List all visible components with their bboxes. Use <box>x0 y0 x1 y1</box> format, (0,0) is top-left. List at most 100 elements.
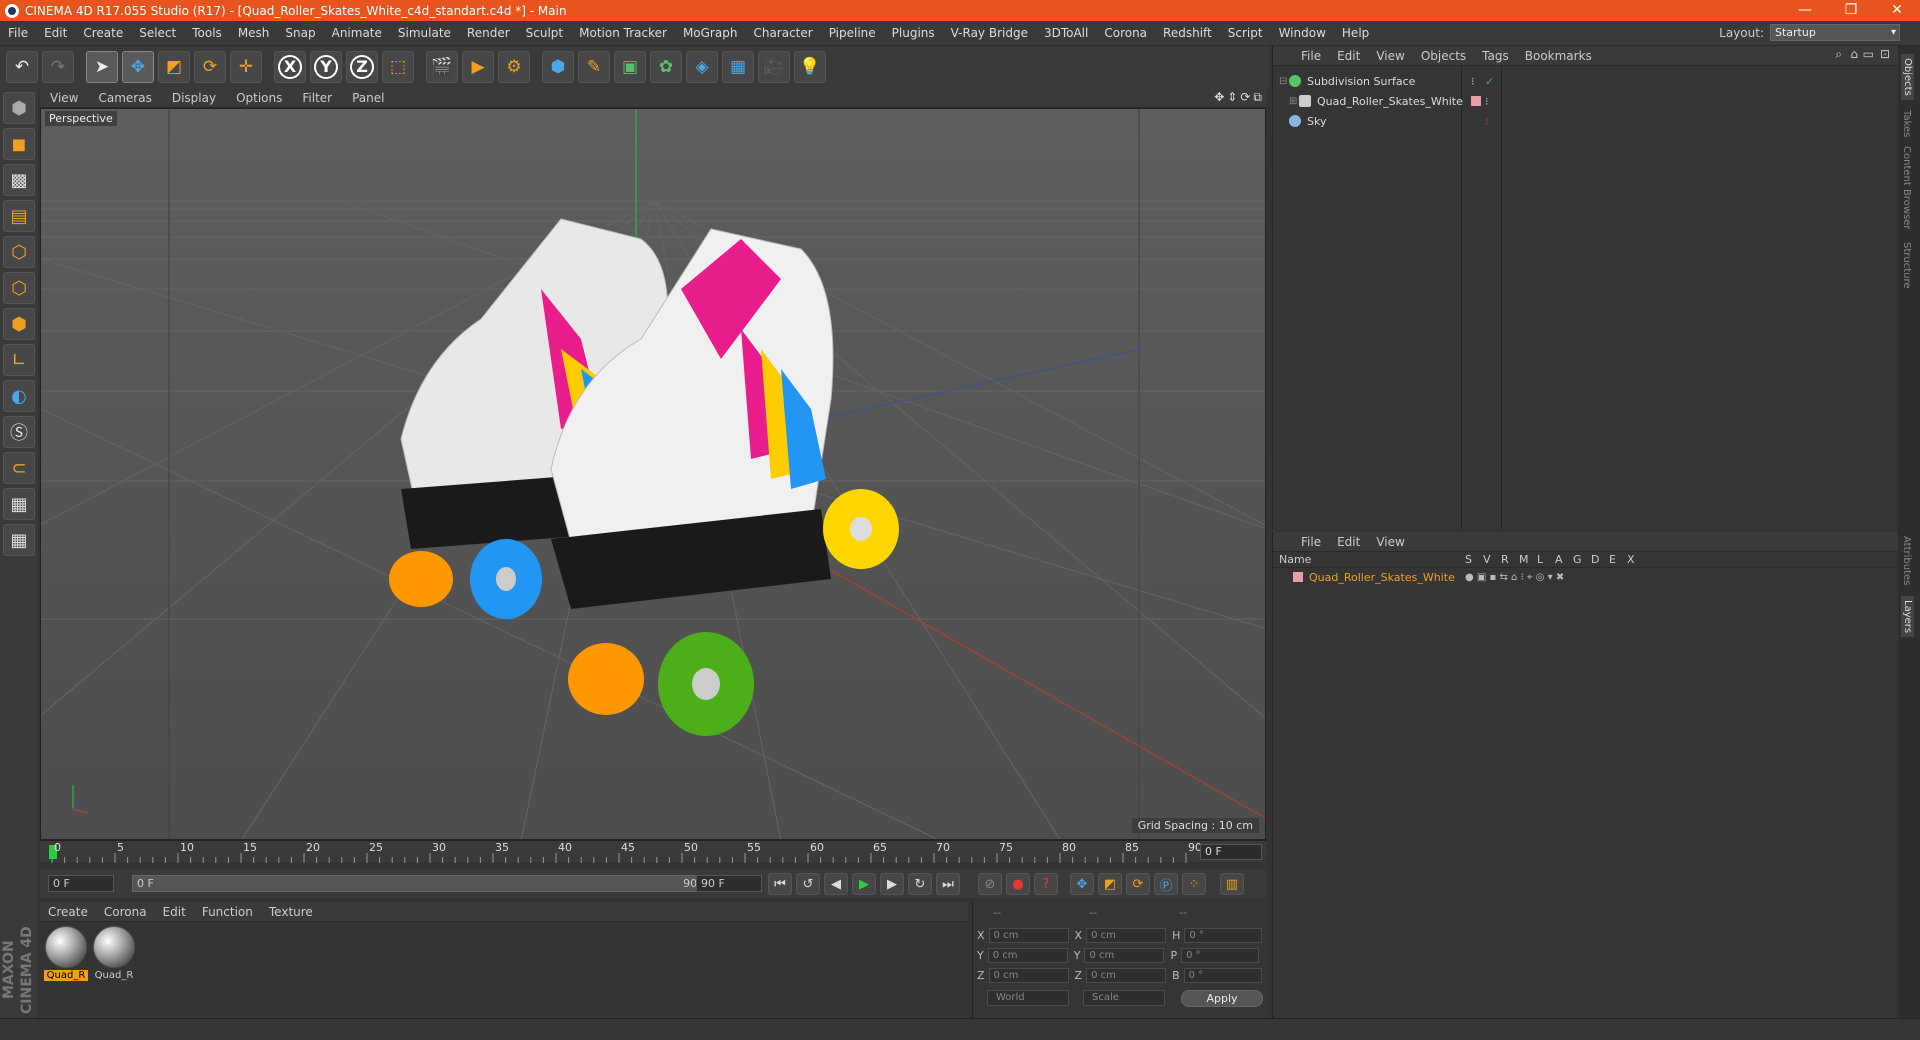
minimize-button[interactable]: — <box>1782 0 1828 21</box>
object-menu-edit[interactable]: Edit <box>1329 49 1368 63</box>
coordinate-system-icon[interactable]: ⬚ <box>382 51 414 83</box>
timeline-window-icon[interactable]: ▥ <box>1220 873 1244 895</box>
object-menu-tags[interactable]: Tags <box>1474 49 1517 63</box>
material-swatch[interactable]: Quad_R <box>92 926 136 984</box>
viewport-menu-view[interactable]: View <box>40 91 88 105</box>
viewport-menu-panel[interactable]: Panel <box>342 91 394 105</box>
layer-toggle-icons[interactable]: ● ▣ ▪ ⇆ ⌂ ⁝ ⌖ ◎ ▾ ✖ <box>1465 572 1564 583</box>
layer-menu-file[interactable]: File <box>1293 535 1329 549</box>
autokey-icon[interactable]: ? <box>1034 873 1058 895</box>
material-menu-texture[interactable]: Texture <box>261 905 321 919</box>
move-tool-icon[interactable]: ✥ <box>122 51 154 83</box>
menu-create[interactable]: Create <box>75 26 131 40</box>
next-frame-icon[interactable]: ▶ <box>880 873 904 895</box>
menu-3dtoall[interactable]: 3DToAll <box>1036 26 1096 40</box>
object-menu-objects[interactable]: Objects <box>1413 49 1474 63</box>
home-icon[interactable]: ⌂ <box>1850 47 1858 61</box>
edges-mode-icon[interactable]: ⬡ <box>3 272 35 304</box>
select-arrow-icon[interactable]: ➤ <box>86 51 118 83</box>
coord-mode-dropdown[interactable]: World <box>987 990 1069 1006</box>
viewport-menu-cameras[interactable]: Cameras <box>88 91 161 105</box>
scale-tool-icon[interactable]: ◩ <box>158 51 190 83</box>
layout-dropdown[interactable]: Startup <box>1770 24 1900 41</box>
material-menu-edit[interactable]: Edit <box>155 905 194 919</box>
deformer-icon[interactable]: ◈ <box>686 51 718 83</box>
tab-objects[interactable]: Objects <box>1901 54 1914 100</box>
light-bulb-icon[interactable]: 💡 <box>794 51 826 83</box>
floor-scene-icon[interactable]: ▦ <box>722 51 754 83</box>
end-frame-field[interactable]: 90 F <box>696 875 762 892</box>
menu-pipeline[interactable]: Pipeline <box>821 26 884 40</box>
points-mode-icon[interactable]: ⬡ <box>3 236 35 268</box>
menu-character[interactable]: Character <box>745 26 820 40</box>
dolly-icon[interactable]: ⇕ <box>1227 90 1237 105</box>
workplane-grid-icon[interactable]: ▦ <box>3 524 35 556</box>
menu-snap[interactable]: Snap <box>277 26 323 40</box>
viewport-menu-options[interactable]: Options <box>226 91 292 105</box>
tab-structure[interactable]: Structure <box>1901 242 1912 289</box>
menu-mograph[interactable]: MoGraph <box>675 26 746 40</box>
rotate-tool-icon[interactable]: ⟳ <box>194 51 226 83</box>
coord-scale-dropdown[interactable]: Scale <box>1083 990 1165 1006</box>
pos-z-field[interactable]: 0 cm <box>988 967 1069 983</box>
layer-color-icon[interactable] <box>1471 96 1481 106</box>
orbit-icon[interactable]: ⟳ <box>1240 90 1250 105</box>
cube-primitive-icon[interactable]: ⬢ <box>542 51 574 83</box>
redo-icon[interactable]: ↷ <box>42 51 74 83</box>
tab-takes[interactable]: Takes <box>1901 110 1912 137</box>
play-icon[interactable]: ▶ <box>852 873 876 895</box>
undo-icon[interactable]: ↶ <box>6 51 38 83</box>
key-position-icon[interactable]: ✥ <box>1070 873 1094 895</box>
object-menu-view[interactable]: View <box>1368 49 1412 63</box>
menu-file[interactable]: File <box>0 26 36 40</box>
layer-row[interactable]: Quad_Roller_Skates_White ● ▣ ▪ ⇆ ⌂ ⁝ ⌖ ◎… <box>1273 568 1898 586</box>
menu-vray-bridge[interactable]: V-Ray Bridge <box>943 26 1036 40</box>
material-menu-corona[interactable]: Corona <box>96 905 155 919</box>
render-view-icon[interactable]: 🎬 <box>426 51 458 83</box>
key-parameter-icon[interactable]: Ⓟ <box>1154 873 1178 895</box>
material-menu-create[interactable]: Create <box>40 905 96 919</box>
tab-attributes[interactable]: Attributes <box>1901 536 1912 585</box>
tree-collapse-icon[interactable]: ⊟ <box>1279 76 1289 87</box>
menu-mesh[interactable]: Mesh <box>230 26 278 40</box>
size-x-field[interactable]: 0 cm <box>1086 927 1167 943</box>
viewport-menu-filter[interactable]: Filter <box>292 91 342 105</box>
material-swatch[interactable]: Quad_R <box>44 926 88 984</box>
viewport-menu-display[interactable]: Display <box>162 91 226 105</box>
menu-motion-tracker[interactable]: Motion Tracker <box>571 26 675 40</box>
menu-plugins[interactable]: Plugins <box>884 26 943 40</box>
visibility-dots-icon[interactable]: ⁝ <box>1485 115 1489 128</box>
key-pla-icon[interactable]: ⁘ <box>1182 873 1206 895</box>
rot-b-field[interactable]: 0 ° <box>1183 967 1262 983</box>
menu-select[interactable]: Select <box>131 26 184 40</box>
layer-swatch-icon[interactable] <box>1293 572 1303 582</box>
size-y-field[interactable]: 0 cm <box>1084 947 1165 963</box>
magnet-icon[interactable]: ⊂ <box>3 452 35 484</box>
make-editable-icon[interactable]: ⬢ <box>3 92 35 124</box>
render-settings-icon[interactable]: ⚙ <box>498 51 530 83</box>
menu-redshift[interactable]: Redshift <box>1155 26 1220 40</box>
range-slider[interactable]: 0 F 90 F <box>132 875 712 892</box>
z-axis-lock-icon[interactable]: Z <box>346 51 378 83</box>
perspective-viewport[interactable]: Perspective Grid Spacing : 10 cm <box>40 108 1266 840</box>
model-mode-icon[interactable]: ◼ <box>3 128 35 160</box>
current-frame-field[interactable]: 0 F <box>1200 844 1262 860</box>
menu-help[interactable]: Help <box>1334 26 1377 40</box>
render-picture-viewer-icon[interactable]: ▶ <box>462 51 494 83</box>
toggle-layout-icon[interactable]: ⧉ <box>1253 90 1262 105</box>
start-frame-field[interactable]: 0 F <box>48 875 114 892</box>
enabled-check-icon[interactable]: ✓ <box>1485 75 1494 88</box>
object-row-subdivision-surface[interactable]: ⊟ Subdivision Surface ⁝ ✓ <box>1279 72 1899 90</box>
y-axis-lock-icon[interactable]: Y <box>310 51 342 83</box>
visibility-dots-icon[interactable]: ⁝ <box>1471 75 1475 88</box>
live-selection-icon[interactable]: ✛ <box>230 51 262 83</box>
pos-y-field[interactable]: 0 cm <box>987 947 1068 963</box>
menu-script[interactable]: Script <box>1220 26 1271 40</box>
visibility-dots-icon[interactable]: ⁝ <box>1485 95 1489 108</box>
motion-record-icon[interactable]: ⊘ <box>978 873 1002 895</box>
tab-content-browser[interactable]: Content Browser <box>1901 146 1912 229</box>
menu-tools[interactable]: Tools <box>184 26 230 40</box>
spline-pen-icon[interactable]: ✎ <box>578 51 610 83</box>
viewport-camera-label[interactable]: Perspective <box>45 111 117 126</box>
workplane-lock-icon[interactable]: ▦ <box>3 488 35 520</box>
